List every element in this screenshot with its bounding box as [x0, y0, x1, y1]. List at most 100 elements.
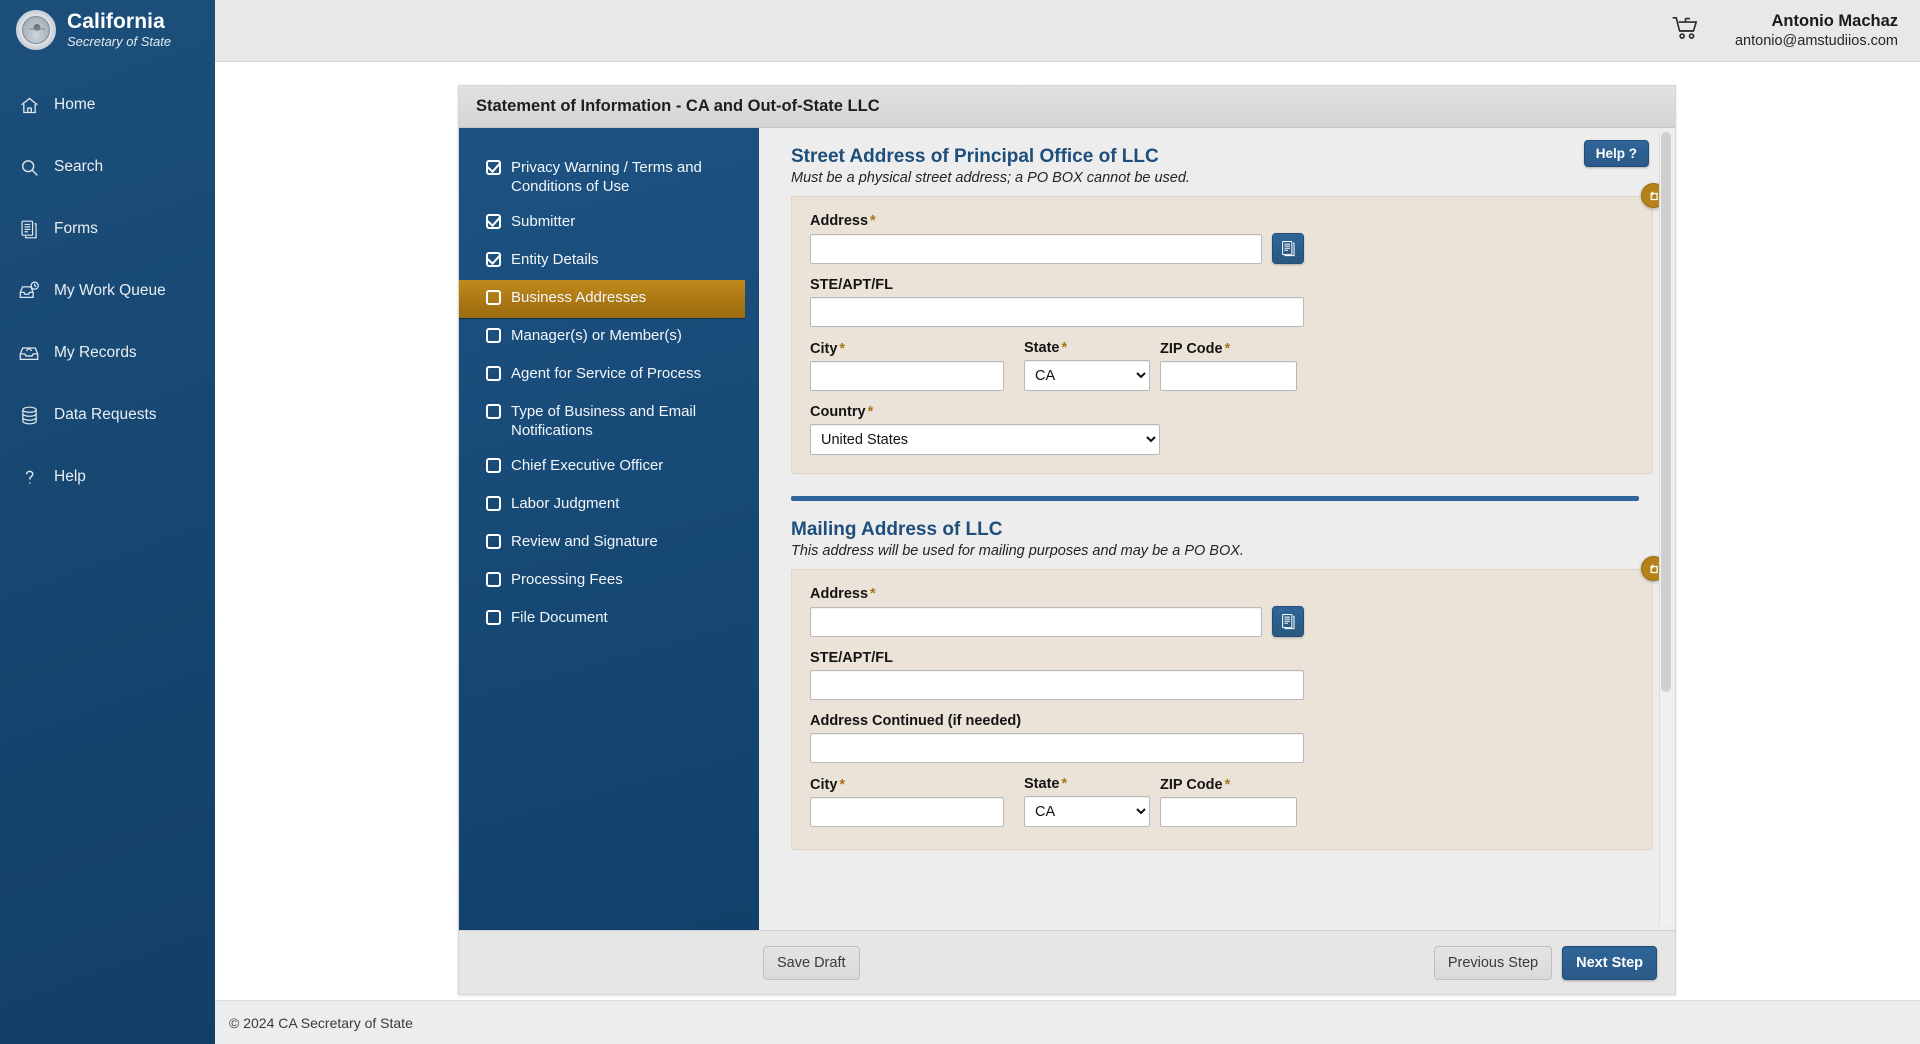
sidebar-item-my-records[interactable]: My Records — [0, 322, 215, 384]
step-agent-for-service-of-process[interactable]: Agent for Service of Process — [459, 356, 759, 394]
mailing-city-state-zip-row: City* State* — [810, 776, 1634, 827]
user-account-box[interactable]: Antonio Machaz antonio@amstudiios.com — [1735, 11, 1898, 50]
form-title-bar: Statement of Information - CA and Out-of… — [459, 86, 1675, 128]
checkbox-unchecked-icon — [486, 290, 501, 305]
sidebar-nav: Home Search Forms — [0, 74, 215, 508]
brand-subtitle: Secretary of State — [67, 35, 171, 49]
step-label: Business Addresses — [511, 288, 646, 307]
help-button[interactable]: Help ? — [1584, 140, 1649, 167]
mailing-zip-group: ZIP Code* — [1160, 777, 1308, 827]
mailing-address-continued-label: Address Continued (if needed) — [810, 713, 1634, 729]
street-address-input[interactable] — [810, 234, 1262, 264]
mailing-state-select[interactable]: CA — [1024, 796, 1150, 827]
mailing-address-input[interactable] — [810, 607, 1262, 637]
street-address-label: Address* — [810, 213, 1634, 229]
step-managers-or-members[interactable]: Manager(s) or Member(s) — [459, 318, 759, 356]
mailing-city-input[interactable] — [810, 797, 1004, 827]
street-address-book-icon[interactable] — [1272, 233, 1304, 264]
checkbox-unchecked-icon — [486, 534, 501, 549]
street-city-label: City* — [810, 341, 1024, 357]
step-processing-fees[interactable]: Processing Fees — [459, 562, 759, 600]
step-label: Privacy Warning / Terms and Conditions o… — [511, 158, 721, 196]
brand-title: California — [67, 11, 171, 33]
search-icon — [18, 156, 40, 178]
sidebar-item-home[interactable]: Home — [0, 74, 215, 136]
sidebar-item-search[interactable]: Search — [0, 136, 215, 198]
street-city-state-zip-row: City* State* — [810, 340, 1634, 391]
previous-step-button[interactable]: Previous Step — [1434, 946, 1552, 980]
application-root: California Secretary of State Home — [0, 0, 1920, 1044]
checkbox-checked-icon — [486, 214, 501, 229]
step-label: File Document — [511, 608, 608, 627]
step-file-document[interactable]: File Document — [459, 600, 759, 638]
street-state-select[interactable]: CA — [1024, 360, 1150, 391]
street-city-input[interactable] — [810, 361, 1004, 391]
mailing-zip-label: ZIP Code* — [1160, 777, 1308, 793]
mailing-zip-input[interactable] — [1160, 797, 1297, 827]
sidebar-item-my-work-queue[interactable]: My Work Queue — [0, 260, 215, 322]
question-mark-icon — [18, 466, 40, 488]
sidebar-item-label: My Work Queue — [54, 282, 166, 300]
form-scroll-container: Street Address of Principal Office of LL… — [759, 128, 1675, 930]
user-name: Antonio Machaz — [1735, 11, 1898, 32]
step-review-and-signature[interactable]: Review and Signature — [459, 524, 759, 562]
step-label: Chief Executive Officer — [511, 456, 663, 475]
mailing-address-continued-input[interactable] — [810, 733, 1304, 763]
mailing-address-group: Address* — [810, 586, 1634, 637]
mailing-ste-group: STE/APT/FL — [810, 650, 1634, 700]
street-zip-group: ZIP Code* — [1160, 341, 1308, 391]
street-state-group: State* CA — [1024, 340, 1160, 391]
street-city-group: City* — [810, 341, 1024, 391]
copyright-text: © 2024 CA Secretary of State — [229, 1015, 413, 1031]
form-card: Statement of Information - CA and Out-of… — [458, 85, 1676, 995]
street-zip-label: ZIP Code* — [1160, 341, 1308, 357]
sidebar-item-help[interactable]: Help — [0, 446, 215, 508]
content-area: Statement of Information - CA and Out-of… — [215, 62, 1920, 1000]
step-label: Entity Details — [511, 250, 599, 269]
sidebar-item-forms[interactable]: Forms — [0, 198, 215, 260]
sidebar-item-label: Help — [54, 468, 86, 486]
form-card-body: Privacy Warning / Terms and Conditions o… — [459, 128, 1675, 930]
street-country-select[interactable]: United States — [810, 424, 1160, 455]
street-address-group: Address* — [810, 213, 1634, 264]
step-chief-executive-officer[interactable]: Chief Executive Officer — [459, 448, 759, 486]
street-ste-input[interactable] — [810, 297, 1304, 327]
checkbox-unchecked-icon — [486, 404, 501, 419]
step-entity-details[interactable]: Entity Details — [459, 242, 759, 280]
sidebar-item-label: Data Requests — [54, 406, 157, 424]
sidebar-item-data-requests[interactable]: Data Requests — [0, 384, 215, 446]
checkbox-unchecked-icon — [486, 496, 501, 511]
step-label: Manager(s) or Member(s) — [511, 326, 682, 345]
records-inbox-icon — [18, 342, 40, 364]
step-submitter[interactable]: Submitter — [459, 204, 759, 242]
sidebar-item-label: Forms — [54, 220, 98, 238]
checkbox-unchecked-icon — [486, 328, 501, 343]
mailing-section-title: Mailing Address of LLC — [791, 519, 1639, 541]
street-ste-group: STE/APT/FL — [810, 277, 1634, 327]
street-ste-label: STE/APT/FL — [810, 277, 1634, 293]
form-pane-scrollbar[interactable] — [1659, 132, 1672, 926]
mailing-address-label: Address* — [810, 586, 1634, 602]
next-step-button[interactable]: Next Step — [1562, 946, 1657, 980]
street-address-fieldset: Address* — [791, 196, 1653, 474]
step-label: Review and Signature — [511, 532, 658, 551]
main-sidebar: California Secretary of State Home — [0, 0, 215, 1044]
checkbox-unchecked-icon — [486, 610, 501, 625]
mailing-address-book-icon[interactable] — [1272, 606, 1304, 637]
step-privacy-warning[interactable]: Privacy Warning / Terms and Conditions o… — [459, 150, 759, 204]
save-draft-button[interactable]: Save Draft — [763, 946, 860, 980]
scrollbar-thumb[interactable] — [1661, 132, 1671, 692]
step-labor-judgment[interactable]: Labor Judgment — [459, 486, 759, 524]
checkbox-checked-icon — [486, 252, 501, 267]
brand-header[interactable]: California Secretary of State — [0, 0, 215, 62]
street-zip-input[interactable] — [1160, 361, 1297, 391]
step-type-of-business[interactable]: Type of Business and Email Notifications — [459, 394, 759, 448]
section-divider — [791, 496, 1639, 501]
step-label: Processing Fees — [511, 570, 623, 589]
mailing-ste-input[interactable] — [810, 670, 1304, 700]
shopping-cart-icon[interactable] — [1671, 15, 1701, 46]
home-icon — [18, 94, 40, 116]
sidebar-item-label: Search — [54, 158, 103, 176]
step-label: Labor Judgment — [511, 494, 619, 513]
step-business-addresses[interactable]: Business Addresses — [459, 280, 745, 318]
